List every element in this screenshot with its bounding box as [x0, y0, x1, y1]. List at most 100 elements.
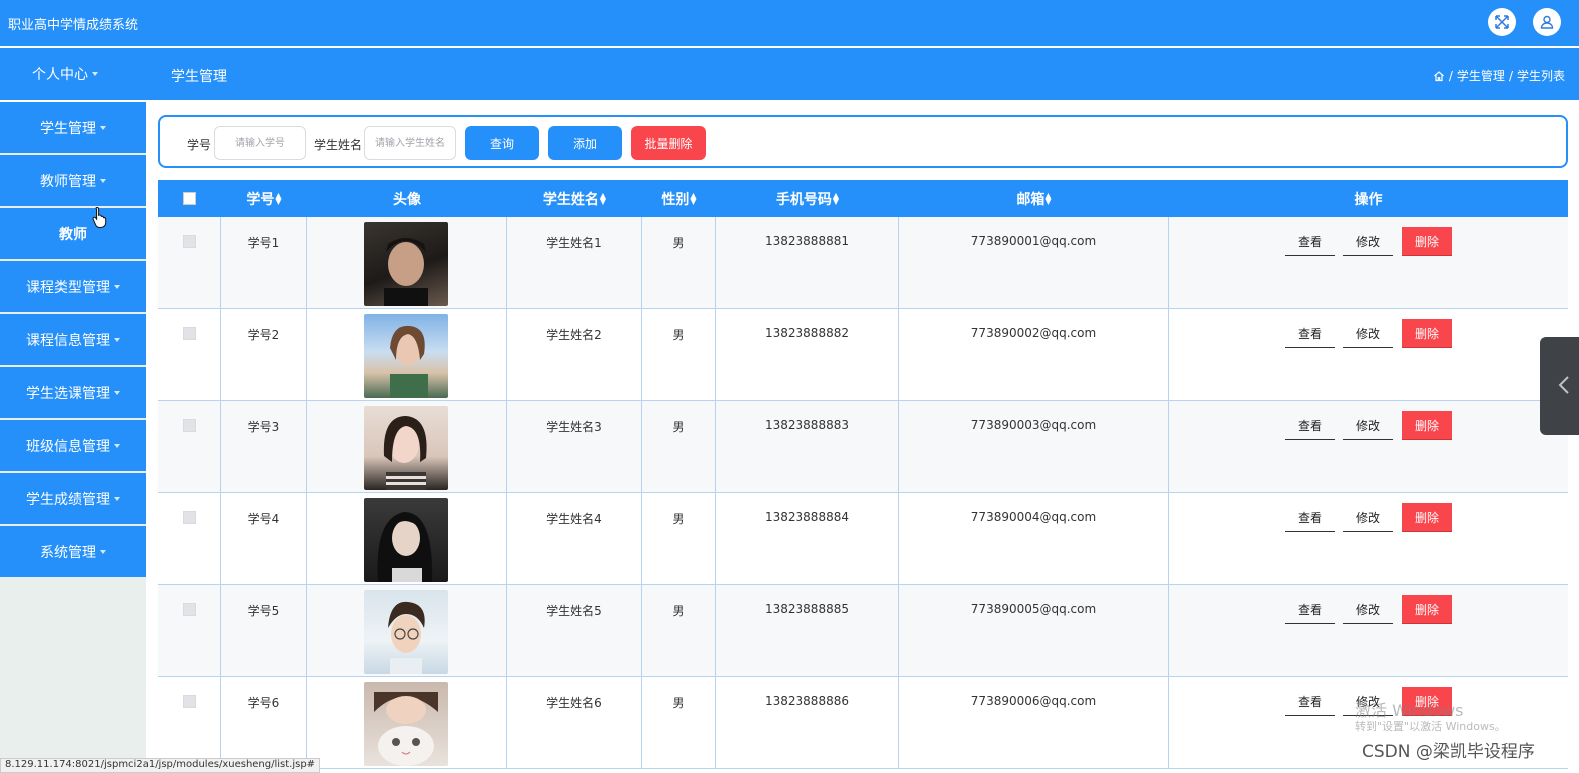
home-icon[interactable]	[1433, 70, 1445, 82]
cell-id: 学号2	[221, 309, 307, 401]
cell-id: 学号4	[221, 493, 307, 585]
sort-icon[interactable]: ▲ ▼	[690, 191, 696, 205]
sidebar-item-label: 教师	[59, 226, 87, 243]
cell-name: 学生姓名6	[507, 677, 642, 769]
delete-button[interactable]: 删除	[1402, 595, 1452, 624]
view-button[interactable]: 查看	[1285, 687, 1335, 716]
column-header-id[interactable]: 学号 ▲ ▼	[221, 180, 307, 217]
cell-name: 学生姓名5	[507, 585, 642, 677]
delete-button[interactable]: 删除	[1402, 503, 1452, 532]
sidebar-item-label: 系统管理	[40, 544, 96, 561]
cell-phone: 13823888886	[716, 677, 899, 769]
row-checkbox[interactable]	[183, 511, 196, 524]
edit-button[interactable]: 修改	[1343, 595, 1393, 624]
sidebar-item-class-info-management[interactable]: 班级信息管理	[0, 420, 146, 471]
view-button[interactable]: 查看	[1285, 595, 1335, 624]
cell-email: 773890005@qq.com	[899, 585, 1169, 677]
student-id-input[interactable]	[214, 126, 306, 160]
column-header-gender[interactable]: 性别 ▲ ▼	[642, 180, 716, 217]
sidebar-item-label: 课程类型管理	[26, 279, 110, 296]
cell-email: 773890001@qq.com	[899, 217, 1169, 309]
row-checkbox[interactable]	[183, 603, 196, 616]
row-checkbox[interactable]	[183, 419, 196, 432]
sort-icon[interactable]: ▲ ▼	[1045, 191, 1051, 205]
row-checkbox[interactable]	[183, 695, 196, 708]
sidebar-item-teacher[interactable]: 教师	[0, 208, 146, 259]
edit-button[interactable]: 修改	[1343, 227, 1393, 256]
sort-icon[interactable]: ▲ ▼	[275, 191, 281, 205]
cell-gender: 男	[642, 401, 716, 493]
chevron-down-icon	[114, 443, 120, 448]
cell-email: 773890002@qq.com	[899, 309, 1169, 401]
edit-button[interactable]: 修改	[1343, 503, 1393, 532]
cell-id: 学号5	[221, 585, 307, 677]
avatar	[364, 498, 448, 582]
cell-phone: 13823888883	[716, 401, 899, 493]
top-bar: 职业高中学情成绩系统	[0, 0, 1579, 46]
cell-id: 学号1	[221, 217, 307, 309]
select-all-checkbox[interactable]	[183, 192, 196, 205]
csdn-watermark: CSDN @梁凯毕设程序	[1362, 742, 1535, 762]
cell-gender: 男	[642, 309, 716, 401]
chevron-down-icon	[114, 390, 120, 395]
sidebar-item-course-info-management[interactable]: 课程信息管理	[0, 314, 146, 365]
query-button[interactable]: 查询	[465, 126, 539, 160]
cell-name: 学生姓名3	[507, 401, 642, 493]
row-checkbox[interactable]	[183, 327, 196, 340]
student-name-label: 学生姓名	[314, 138, 363, 152]
edit-button[interactable]: 修改	[1343, 411, 1393, 440]
column-header-phone[interactable]: 手机号码 ▲ ▼	[716, 180, 899, 217]
sort-icon[interactable]: ▲ ▼	[833, 191, 839, 205]
chevron-down-icon	[114, 496, 120, 501]
sidebar-item-label: 班级信息管理	[26, 438, 110, 455]
cell-gender: 男	[642, 677, 716, 769]
view-button[interactable]: 查看	[1285, 227, 1335, 256]
add-button[interactable]: 添加	[548, 126, 622, 160]
sidebar-item-teacher-management[interactable]: 教师管理	[0, 155, 146, 206]
sidebar-item-system-management[interactable]: 系统管理	[0, 526, 146, 577]
fullscreen-icon[interactable]	[1488, 8, 1516, 36]
user-icon[interactable]	[1533, 8, 1561, 36]
status-url: 8.129.11.174:8021/jspmci2a1/jsp/modules/…	[0, 758, 321, 773]
column-header-name[interactable]: 学生姓名 ▲ ▼	[507, 180, 642, 217]
breadcrumb-item[interactable]: 学生管理	[1457, 67, 1505, 84]
chevron-down-icon	[92, 72, 98, 76]
column-header-email[interactable]: 邮箱 ▲ ▼	[899, 180, 1169, 217]
avatar	[364, 682, 448, 766]
page-title: 学生管理	[171, 69, 227, 85]
view-button[interactable]: 查看	[1285, 319, 1335, 348]
table-row: 学号3 学生姓名3 男 13823888883 773890003@qq.com…	[158, 401, 1568, 493]
sidebar-item-score-management[interactable]: 学生成绩管理	[0, 473, 146, 524]
delete-button[interactable]: 删除	[1402, 411, 1452, 440]
sort-icon[interactable]: ▲ ▼	[600, 191, 606, 205]
sidebar-item-course-selection-management[interactable]: 学生选课管理	[0, 367, 146, 418]
user-center-menu[interactable]: 个人中心	[0, 48, 130, 100]
student-name-input[interactable]	[364, 126, 456, 160]
table-row: 学号2 学生姓名2 男 13823888882 773890002@qq.com…	[158, 309, 1568, 401]
view-button[interactable]: 查看	[1285, 503, 1335, 532]
nav-bar: 个人中心 学生管理 / 学生管理 / 学生列表	[0, 48, 1579, 100]
chevron-down-icon	[100, 549, 106, 554]
windows-activation-hint: 转到"设置"以激活 Windows。	[1355, 720, 1506, 733]
sidebar-item-course-type-management[interactable]: 课程类型管理	[0, 261, 146, 312]
batch-delete-button[interactable]: 批量删除	[631, 126, 706, 160]
cell-email: 773890004@qq.com	[899, 493, 1169, 585]
chevron-down-icon	[100, 125, 106, 130]
sidebar-item-student-management[interactable]: 学生管理	[0, 102, 146, 153]
table-row: 学号4 学生姓名4 男 13823888884 773890004@qq.com…	[158, 493, 1568, 585]
cell-phone: 13823888884	[716, 493, 899, 585]
chevron-down-icon	[114, 284, 120, 289]
collapse-arrow-icon[interactable]	[1540, 337, 1579, 435]
student-id-label: 学号	[187, 138, 212, 152]
edit-button[interactable]: 修改	[1343, 319, 1393, 348]
view-button[interactable]: 查看	[1285, 411, 1335, 440]
search-panel: 学号 学生姓名 查询 添加 批量删除	[158, 115, 1568, 168]
cell-gender: 男	[642, 585, 716, 677]
delete-button[interactable]: 删除	[1402, 319, 1452, 348]
table-row: 学号1 学生姓名1 男 13823888881 773890001@qq.com…	[158, 217, 1568, 309]
delete-button[interactable]: 删除	[1402, 227, 1452, 256]
cell-name: 学生姓名4	[507, 493, 642, 585]
cell-name: 学生姓名1	[507, 217, 642, 309]
row-checkbox[interactable]	[183, 235, 196, 248]
breadcrumb-item: 学生列表	[1516, 69, 1565, 83]
